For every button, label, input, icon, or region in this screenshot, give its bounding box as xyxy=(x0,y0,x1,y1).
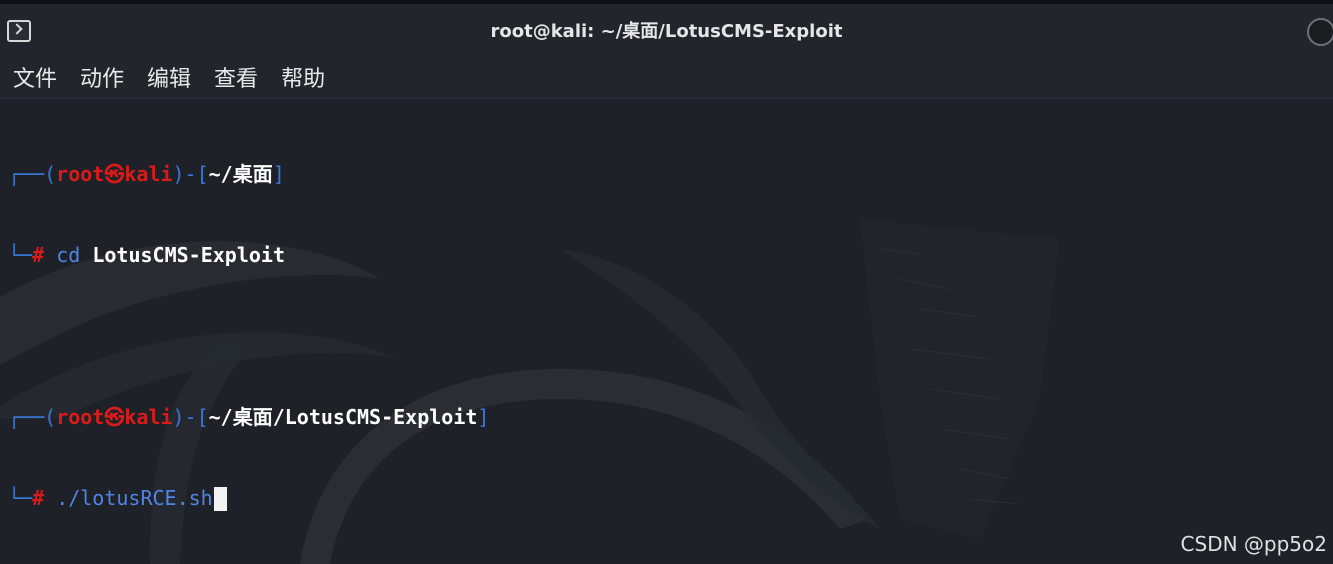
command-space xyxy=(44,485,56,512)
prompt-path: ~/桌面/LotusCMS-Exploit xyxy=(208,405,478,429)
title-bar[interactable]: root@kali: ~/桌面/LotusCMS-Exploit xyxy=(0,4,1333,56)
prompt-hash: # xyxy=(32,243,45,267)
window-title: root@kali: ~/桌面/LotusCMS-Exploit xyxy=(490,21,843,42)
terminal-output: ┌──(root ㉿ kali)-[~/桌面] └─ # cd LotusCMS-Ex… xyxy=(8,107,489,564)
command-input[interactable]: ./lotusRCE.sh xyxy=(56,485,213,512)
prompt-open: ┌──( xyxy=(8,162,57,186)
prompt-hash: # xyxy=(32,486,45,510)
prompt-corner: └─ xyxy=(8,486,33,510)
prompt-line: ┌──(root ㉿ kali)-[~/桌面/LotusCMS-Exploit] xyxy=(8,404,489,431)
terminal-area[interactable]: ┌──(root ㉿ kali)-[~/桌面] └─ # cd LotusCMS-Ex… xyxy=(0,99,1333,564)
menu-edit[interactable]: 编辑 xyxy=(147,61,191,93)
command-space xyxy=(44,242,56,269)
text-cursor xyxy=(213,486,227,511)
prompt-at-symbol: ㉿ xyxy=(104,162,125,186)
prompt-user: root xyxy=(56,405,105,429)
prompt-open: ┌──( xyxy=(8,405,57,429)
prompt-close: ] xyxy=(272,162,285,186)
menu-actions[interactable]: 动作 xyxy=(80,61,124,93)
prompt-corner: └─ xyxy=(8,243,33,267)
prompt-line: ┌──(root ㉿ kali)-[~/桌面] xyxy=(8,161,489,188)
prompt-close: ] xyxy=(477,405,490,429)
prompt-separator: )-[ xyxy=(172,162,209,186)
prompt-separator: )-[ xyxy=(172,405,209,429)
command-keyword: cd xyxy=(56,243,81,267)
watermark: CSDN @pp5o2 xyxy=(1180,532,1327,556)
command-line[interactable]: └─ # ./lotusRCE.sh xyxy=(8,485,489,512)
prompt-path: ~/桌面 xyxy=(208,162,273,186)
prompt-at-symbol: ㉿ xyxy=(104,405,125,429)
prompt-user: root xyxy=(56,162,105,186)
window-control-button[interactable] xyxy=(1307,18,1333,46)
command-line: └─ # cd LotusCMS-Exploit xyxy=(8,242,489,269)
menu-help[interactable]: 帮助 xyxy=(281,61,325,93)
menu-file[interactable]: 文件 xyxy=(13,61,57,93)
terminal-window: root@kali: ~/桌面/LotusCMS-Exploit 文件 动作 编… xyxy=(0,0,1333,564)
terminal-icon[interactable] xyxy=(7,20,31,42)
command-argument: LotusCMS-Exploit xyxy=(92,243,285,267)
menu-bar: 文件 动作 编辑 查看 帮助 xyxy=(0,56,1333,99)
prompt-host: kali xyxy=(124,405,173,429)
menu-view[interactable]: 查看 xyxy=(214,61,258,93)
prompt-host: kali xyxy=(124,162,173,186)
